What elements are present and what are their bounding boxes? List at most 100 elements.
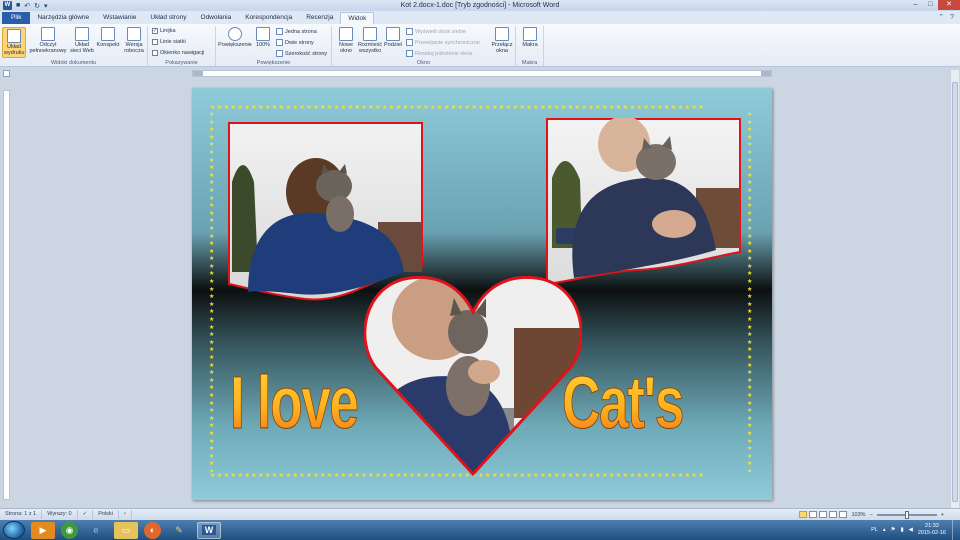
tray-arrow-icon[interactable]: ▴ <box>883 527 886 533</box>
chrome-icon[interactable]: ◉ <box>61 521 78 539</box>
tab-insert[interactable]: Wstawianie <box>96 12 143 24</box>
full-screen-reading-button[interactable]: Odczyt pełnoekranowy <box>28 27 68 54</box>
clock-date: 2015-02-16 <box>917 530 946 536</box>
network-icon[interactable]: ▮ <box>901 527 904 533</box>
group-show: ✓ Linijka Linie siatki Okienko nawigacji… <box>148 26 216 66</box>
draft-view-icon[interactable] <box>839 511 848 518</box>
zoom-button[interactable]: Powiększenie <box>218 27 252 48</box>
photo-boy-hugging-cat-right[interactable] <box>546 118 742 286</box>
photo-boy-with-cat-heart[interactable] <box>364 268 582 478</box>
language-indicator[interactable]: Polski <box>93 510 119 519</box>
tab-page-layout[interactable]: Układ strony <box>143 12 193 24</box>
firefox-icon[interactable]: ◐ <box>144 521 161 539</box>
macro-record-icon[interactable]: ▫ <box>119 510 132 519</box>
vertical-ruler[interactable] <box>3 90 10 500</box>
minimize-button[interactable]: – <box>908 0 923 10</box>
zoom-100-button[interactable]: 100% <box>254 27 272 48</box>
close-button[interactable]: ✕ <box>938 0 960 10</box>
reset-window-position-button[interactable]: Resetuj położenie okna <box>406 50 472 57</box>
word-icon[interactable]: W <box>3 1 12 10</box>
two-pages-button[interactable]: Dwie strony <box>276 39 314 46</box>
right-margin-marker <box>761 71 771 76</box>
navigation-pane-checkbox[interactable]: Okienko nawigacji <box>152 50 204 56</box>
tab-mailings[interactable]: Korespondencja <box>238 12 299 24</box>
one-page-button[interactable]: Jedna strona <box>276 28 317 35</box>
ribbon-view: Układ wydruku Odczyt pełnoekranowy Układ… <box>0 24 960 67</box>
volume-icon[interactable]: ◀ <box>909 527 913 533</box>
gridlines-checkbox[interactable]: Linie siatki <box>152 39 186 45</box>
group-label-zoom: Powiększenie <box>256 60 291 66</box>
page-width-button[interactable]: Szerokość strony <box>276 50 327 57</box>
web-layout-button[interactable]: Układ sieci Web <box>70 27 94 54</box>
reset-position-icon <box>406 50 413 57</box>
print-layout-button[interactable]: Układ wydruku <box>2 27 26 58</box>
zoom-level[interactable]: 103% <box>851 512 865 518</box>
group-document-views: Układ wydruku Odczyt pełnoekranowy Układ… <box>0 26 148 66</box>
system-tray: PL ▴ ⚑ ▮ ◀ 21:33 2015-02-16 <box>871 523 952 537</box>
synchronous-scrolling-button[interactable]: Przewijanie synchroniczne <box>406 39 480 46</box>
tab-view[interactable]: Widok <box>340 12 375 24</box>
minimize-ribbon-icon[interactable]: ⌃ <box>938 12 944 24</box>
left-margin-marker <box>193 71 203 76</box>
zoom-in-icon[interactable]: + <box>941 512 944 518</box>
group-label-views: Widoki dokumentu <box>50 60 97 66</box>
document-page[interactable]: ★★★★★★★★★★★★★★★★★★★★★★★★★★★★★★★★★★★★★★★★… <box>192 88 772 500</box>
tab-selector[interactable] <box>3 70 10 77</box>
qat-customize-icon[interactable]: ▾ <box>44 2 48 10</box>
tab-review[interactable]: Recenzja <box>299 12 340 24</box>
sync-scroll-icon <box>406 39 413 46</box>
zoom-slider-knob[interactable] <box>904 510 909 519</box>
wordart-i-love[interactable]: I love <box>230 360 360 445</box>
horizontal-ruler[interactable] <box>192 70 772 77</box>
file-explorer-icon[interactable]: ▭ <box>114 521 138 539</box>
view-side-by-side-button[interactable]: Wyświetl obok siebie <box>406 28 466 35</box>
macros-button[interactable]: Makra <box>519 27 541 48</box>
word-count[interactable]: Wyrazy: 0 <box>42 510 78 519</box>
clock[interactable]: 21:33 2015-02-16 <box>918 523 946 537</box>
redo-icon[interactable]: ↻ <box>34 2 40 10</box>
show-desktop-button[interactable] <box>952 520 960 540</box>
draft-button[interactable]: Wersja robocza <box>122 27 146 54</box>
word-icon[interactable]: W <box>197 521 221 539</box>
wordart-cats[interactable]: Cat's <box>562 360 685 445</box>
one-page-icon <box>276 28 283 35</box>
media-player-icon[interactable]: ▶ <box>31 521 55 539</box>
arrange-all-button[interactable]: Rozmieść wszystko <box>358 27 382 54</box>
split-button[interactable]: Podziel <box>384 27 402 48</box>
zoom-out-icon[interactable]: − <box>870 512 873 518</box>
status-bar: Strona: 1 z 1 Wyrazy: 0 ✓ Polski ▫ 103% … <box>0 508 960 520</box>
tab-references[interactable]: Odwołania <box>194 12 239 24</box>
web-layout-view-icon[interactable] <box>819 511 828 518</box>
internet-explorer-icon[interactable]: e <box>84 522 108 539</box>
zoom-slider[interactable] <box>876 510 937 519</box>
web-layout-icon <box>75 27 89 41</box>
page-count[interactable]: Strona: 1 z 1 <box>0 510 43 519</box>
flag-icon[interactable]: ⚑ <box>891 527 896 533</box>
tab-home[interactable]: Narzędzia główne <box>30 12 96 24</box>
help-icon[interactable]: ? <box>950 12 954 24</box>
outline-icon <box>101 27 115 41</box>
save-icon[interactable]: ■ <box>16 2 20 9</box>
taskbar: ▶ ◉ e ▭ ◐ ✎ W PL ▴ ⚑ ▮ ◀ 21:33 2015-02-1… <box>0 520 960 540</box>
ribbon-tabs: Plik Narzędzia główne Wstawianie Układ s… <box>0 11 960 24</box>
start-button[interactable] <box>3 521 25 539</box>
full-screen-view-icon[interactable] <box>809 511 818 518</box>
maximize-button[interactable]: □ <box>923 0 938 10</box>
paint-icon[interactable]: ✎ <box>167 522 191 539</box>
undo-icon[interactable]: ↶ <box>24 2 30 10</box>
scrollbar-thumb[interactable] <box>952 82 958 502</box>
switch-windows-button[interactable]: Przełącz okna <box>490 27 514 54</box>
draft-icon <box>127 27 141 41</box>
vertical-scrollbar[interactable] <box>950 70 959 508</box>
print-layout-view-icon[interactable] <box>799 511 808 518</box>
ruler-checkbox[interactable]: ✓ Linijka <box>152 28 176 34</box>
proofing-icon[interactable]: ✓ <box>78 510 94 519</box>
tab-file[interactable]: Plik <box>2 12 31 24</box>
new-window-button[interactable]: Nowe okno <box>336 27 356 54</box>
star-border-right: ★★★★★★★★★★★★★★★★★★★★★★★★★★★★★★★★★★★★★★★★… <box>747 112 753 472</box>
outline-button[interactable]: Konspekt <box>96 27 120 48</box>
quick-access-toolbar: W ■ ↶ ↻ ▾ <box>0 1 48 10</box>
outline-view-icon[interactable] <box>829 511 838 518</box>
language-bar[interactable]: PL <box>871 527 878 533</box>
split-icon <box>386 27 400 41</box>
